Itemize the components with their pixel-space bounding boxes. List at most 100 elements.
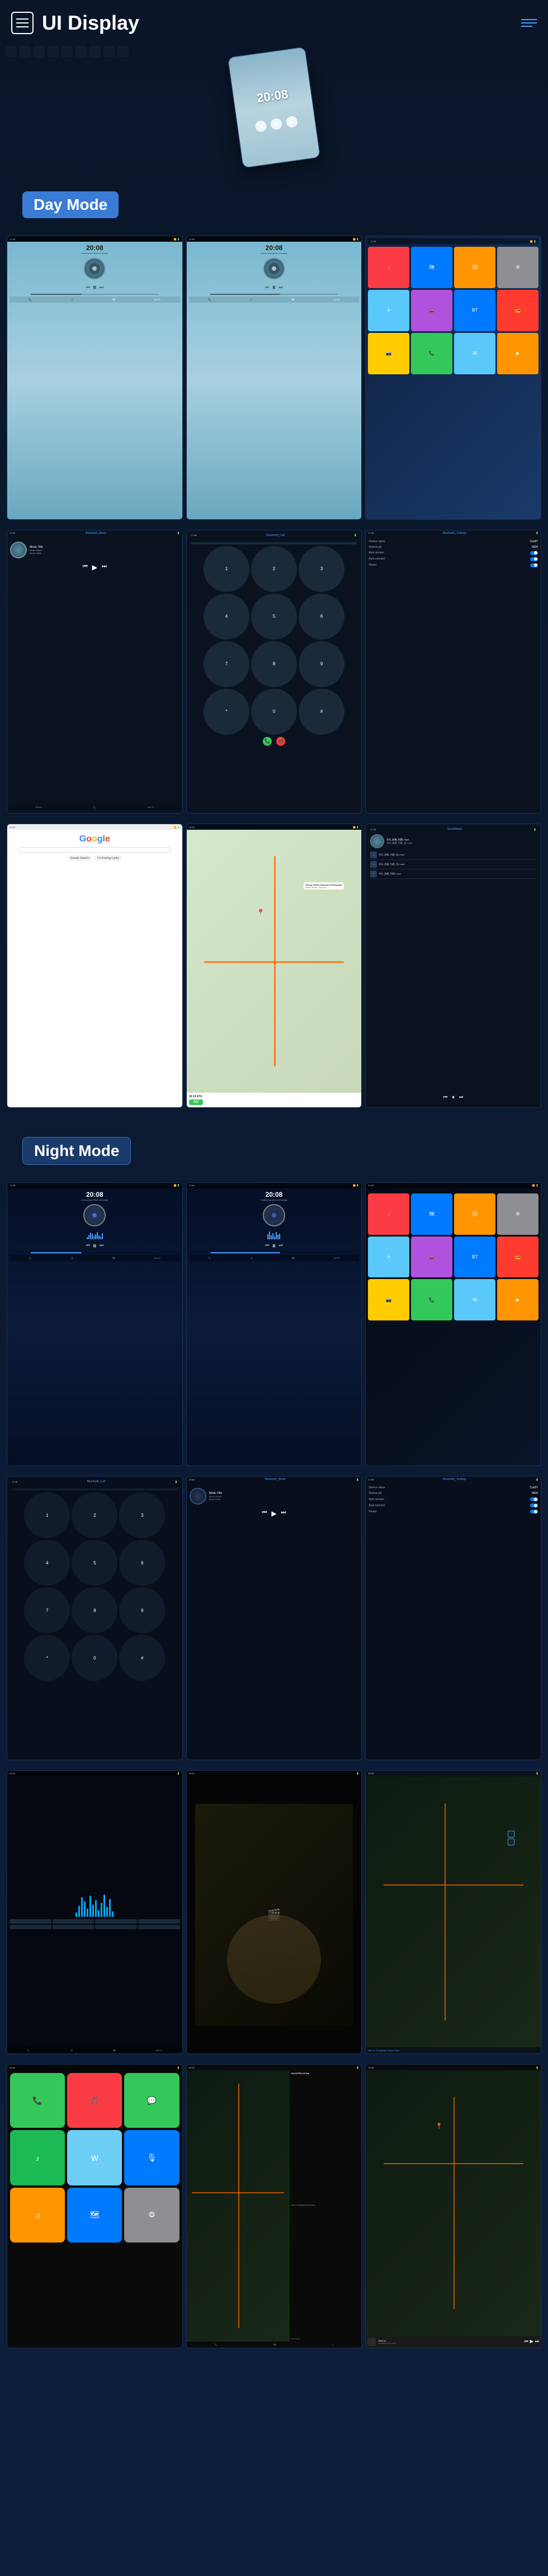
night-toggle-answer[interactable] [530,1497,538,1501]
night-nav-phone-2[interactable]: 📞 [208,1257,211,1259]
eq-btn-2[interactable] [53,1919,95,1924]
nav-music-2[interactable]: 🎵 [250,298,253,301]
night-cp-podcast[interactable]: 🎙 [124,2130,179,2185]
eq-btn-1[interactable] [10,1919,51,1924]
nav-map-1[interactable]: 🗺 [112,298,115,301]
night-app-photos[interactable]: 🖼 [454,1193,495,1235]
key-6[interactable]: 6 [299,594,344,640]
map-go-button[interactable]: GO [189,1099,203,1105]
eq-btn-7[interactable] [95,1925,137,1929]
night-nav-auto-1[interactable]: AUTO [154,1257,160,1259]
night-app-waze[interactable]: W [454,1279,495,1320]
night-cp-waze[interactable]: W [67,2130,122,2185]
nav-music-1[interactable]: 🎵 [70,298,73,301]
call-btn[interactable]: 📞 [263,737,272,746]
bt-next[interactable]: ⏭ [102,563,107,571]
app-photos[interactable]: 🖼 [454,247,495,288]
eq-nav-3[interactable]: 🗺 [113,2049,116,2052]
lm-list-item-2[interactable]: ♪ 华乐_经典_列表_总2.mp3 [370,860,536,869]
night-cp-msg[interactable]: 💬 [124,2073,179,2128]
night-app-telegram[interactable]: ✈ [368,1237,409,1278]
app-waze[interactable]: W [454,333,495,374]
nav-auto-1[interactable]: AUTO [154,298,160,301]
eq-btn-4[interactable] [138,1919,180,1924]
night-key-0[interactable]: 0 [72,1635,117,1681]
night-cp-maps[interactable]: 🗺 [67,2188,122,2243]
toggle-power[interactable] [530,563,538,567]
night-cp-apple-music[interactable]: ♫ [10,2188,65,2243]
key-2[interactable]: 2 [251,546,297,592]
night-app-settings[interactable]: ⚙ [497,1193,538,1235]
app-phone[interactable]: 📞 [411,333,452,374]
night-key-5[interactable]: 5 [72,1540,117,1586]
night-key-3[interactable]: 3 [119,1492,165,1538]
night-prev-2[interactable]: ⏮ [265,1243,269,1248]
nav-auto-2[interactable]: AUTO [333,298,339,301]
play-btn-2[interactable]: ⏸ [272,283,276,292]
night-app-camera[interactable]: 📷 [368,1279,409,1320]
night-key-4[interactable]: 4 [24,1540,70,1586]
cp-playbar-prev[interactable]: ⏮ [524,2339,528,2344]
play-btn-1[interactable]: ⏸ [93,283,97,292]
lm-next-btn[interactable]: ⏭ [459,1094,463,1101]
nav-map-2[interactable]: 🗺 [292,298,295,301]
key-7[interactable]: 7 [204,641,249,687]
night-nav-map-2[interactable]: 🗺 [292,1257,295,1259]
night-app-bt[interactable]: BT [454,1237,495,1278]
night-next-1[interactable]: ⏭ [100,1243,103,1248]
night-key-8[interactable]: 8 [72,1587,117,1633]
next-btn-1[interactable]: ⏭ [100,285,103,290]
app-camera[interactable]: 📷 [368,333,409,374]
night-toggle-power[interactable] [530,1510,538,1513]
night-bt-next[interactable]: ⏭ [281,1510,286,1517]
night-key-2[interactable]: 2 [72,1492,117,1538]
bt-play[interactable]: ▶ [92,563,97,571]
night-nav-auto-2[interactable]: AUTO [333,1257,339,1259]
nav-dial[interactable]: 📞 [93,806,96,808]
cp-playbar-play[interactable]: ▶ [530,2339,533,2344]
toggle-auto-answer[interactable] [530,551,538,555]
night-prev-1[interactable]: ⏮ [86,1243,90,1248]
key-hash[interactable]: # [299,689,344,735]
google-search-bar[interactable] [18,847,171,853]
key-3[interactable]: 3 [299,546,344,592]
night-map-nav-2[interactable]: 🗺 [273,2343,276,2346]
night-app-radio[interactable]: 📻 [497,1237,538,1278]
app-bt[interactable]: BT [454,290,495,331]
night-play-2[interactable]: ⏸ [272,1241,276,1251]
google-lucky-btn[interactable]: I'm Feeling Lucky [95,855,122,861]
end-call-btn[interactable]: 📵 [276,737,285,746]
nav-auto[interactable]: AUTO [148,806,154,808]
app-telegram[interactable]: ✈ [368,290,409,331]
night-app-youtube[interactable]: ▶ [497,1279,538,1320]
night-next-2[interactable]: ⏭ [278,1243,282,1248]
night-app-phone[interactable]: 📞 [411,1279,452,1320]
app-maps[interactable]: 🗺 [411,247,452,288]
night-play-1[interactable]: ⏸ [93,1241,97,1251]
eq-nav-2[interactable]: 🎵 [70,2049,73,2052]
lm-play-btn[interactable]: ⏸ [452,1094,455,1101]
bt-prev[interactable]: ⏮ [83,563,88,571]
night-nav-map-1[interactable]: 🗺 [112,1257,115,1259]
key-4[interactable]: 4 [204,594,249,640]
key-9[interactable]: 9 [299,641,344,687]
lm-list-item-1[interactable]: ♪ 华乐_经典_列表_总1.mp3 [370,850,536,860]
nav-phone-2[interactable]: 📞 [208,298,211,301]
google-search-btn[interactable]: Google Search [68,855,92,861]
key-8[interactable]: 8 [251,641,297,687]
night-bt-prev[interactable]: ⏮ [262,1510,267,1517]
night-cp-phone[interactable]: 📞 [10,2073,65,2128]
night-bt-play[interactable]: ▶ [271,1510,276,1517]
night-cp-music[interactable]: 🎵 [67,2073,122,2128]
night-cp-spotify[interactable]: ♪ [10,2130,65,2185]
night-map-nav-3[interactable]: ♪ [332,2343,333,2346]
nav-email[interactable]: EMAIL [36,806,42,808]
night-key-hash[interactable]: # [119,1635,165,1681]
eq-btn-8[interactable] [138,1925,180,1929]
lm-prev-btn[interactable]: ⏮ [443,1094,447,1101]
night-app-maps[interactable]: 🗺 [411,1193,452,1235]
night-key-7[interactable]: 7 [24,1587,70,1633]
eq-btn-5[interactable] [10,1925,51,1929]
night-nav-music-1[interactable]: 🎵 [70,1257,73,1259]
prev-btn-1[interactable]: ⏮ [86,285,90,290]
